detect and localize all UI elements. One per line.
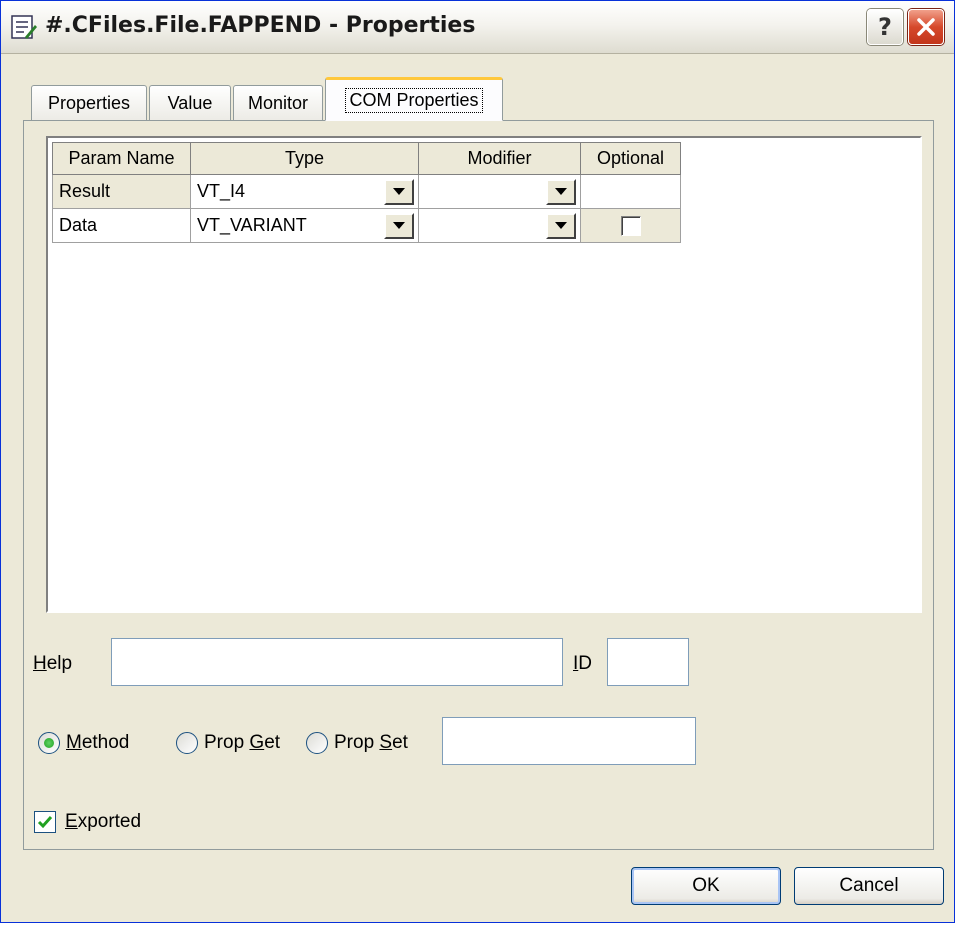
id-input[interactable] xyxy=(607,638,689,686)
close-button[interactable] xyxy=(908,9,944,45)
type-dropdown-button[interactable] xyxy=(384,212,414,239)
prop-set-radio[interactable] xyxy=(306,732,328,754)
table-row[interactable]: Result VT_I4 xyxy=(52,174,681,209)
prop-value-input[interactable] xyxy=(442,717,696,765)
method-radio-label[interactable]: Method xyxy=(66,732,129,754)
table-row[interactable]: Data VT_VARIANT xyxy=(52,208,681,243)
modifier-cell[interactable] xyxy=(418,208,581,243)
chevron-down-icon xyxy=(393,188,405,195)
tab-label: Properties xyxy=(47,93,131,113)
window-title: #.CFiles.File.FAPPEND - Properties xyxy=(45,13,476,38)
column-header-modifier[interactable]: Modifier xyxy=(418,142,581,175)
properties-sheet-icon xyxy=(11,15,37,39)
ok-button[interactable]: OK xyxy=(631,867,781,905)
help-button[interactable]: ? xyxy=(867,9,903,45)
chevron-down-icon xyxy=(555,188,567,195)
optional-checkbox[interactable] xyxy=(620,215,641,236)
parameter-grid[interactable]: Param Name Type Modifier Optional Result… xyxy=(46,136,922,613)
prop-get-radio[interactable] xyxy=(176,732,198,754)
id-label: ID xyxy=(573,653,593,674)
properties-dialog: #.CFiles.File.FAPPEND - Properties ? Pro… xyxy=(0,0,955,923)
chevron-down-icon xyxy=(555,222,567,229)
tab-label: Monitor xyxy=(247,93,309,113)
chevron-down-icon xyxy=(393,222,405,229)
tab-label: Value xyxy=(167,93,213,113)
modifier-cell[interactable] xyxy=(418,174,581,209)
tab-monitor[interactable]: Monitor xyxy=(233,85,323,121)
optional-cell xyxy=(580,174,681,209)
type-cell[interactable]: VT_I4 xyxy=(190,174,419,209)
checkmark-icon xyxy=(37,816,53,829)
prop-get-radio-label[interactable]: Prop Get xyxy=(204,732,280,754)
type-cell[interactable]: VT_VARIANT xyxy=(190,208,419,243)
param-name-cell[interactable]: Data xyxy=(52,208,191,243)
tab-label: COM Properties xyxy=(345,87,483,113)
param-name-cell[interactable]: Result xyxy=(52,174,191,209)
modifier-dropdown-button[interactable] xyxy=(546,212,576,239)
prop-set-radio-label[interactable]: Prop Set xyxy=(334,732,408,754)
column-header-optional[interactable]: Optional xyxy=(580,142,681,175)
parameter-table: Param Name Type Modifier Optional Result… xyxy=(52,142,681,243)
title-bar[interactable]: #.CFiles.File.FAPPEND - Properties ? xyxy=(1,1,954,54)
exported-checkbox[interactable] xyxy=(34,811,56,833)
tab-com-properties[interactable]: COM Properties xyxy=(325,77,503,121)
close-icon xyxy=(917,18,935,36)
column-header-type[interactable]: Type xyxy=(190,142,419,175)
help-input[interactable] xyxy=(111,638,563,686)
cancel-button[interactable]: Cancel xyxy=(794,867,944,905)
column-header-param-name[interactable]: Param Name xyxy=(52,142,191,175)
grid-header-row: Param Name Type Modifier Optional xyxy=(52,142,681,175)
question-mark-icon: ? xyxy=(878,13,892,41)
type-value: VT_I4 xyxy=(197,181,246,201)
type-value: VT_VARIANT xyxy=(197,215,307,235)
tab-properties[interactable]: Properties xyxy=(31,85,147,121)
tab-value[interactable]: Value xyxy=(149,85,231,121)
optional-cell[interactable] xyxy=(580,208,681,243)
type-dropdown-button[interactable] xyxy=(384,178,414,205)
help-label: Help xyxy=(33,653,73,674)
modifier-dropdown-button[interactable] xyxy=(546,178,576,205)
method-radio[interactable] xyxy=(38,732,60,754)
exported-label[interactable]: Exported xyxy=(65,811,141,833)
